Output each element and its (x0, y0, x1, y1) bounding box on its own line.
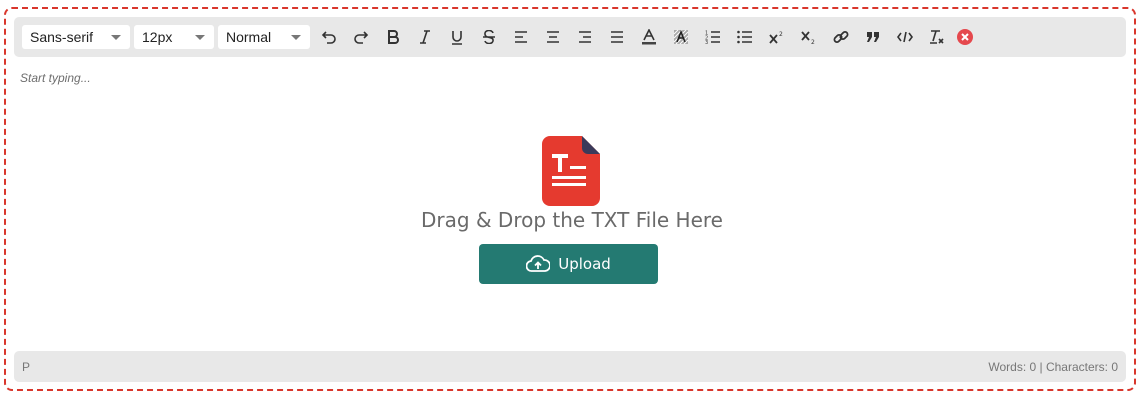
highlight-color-button[interactable] (670, 27, 692, 47)
element-path: P (22, 360, 31, 374)
ordered-list-button[interactable]: 123 (702, 27, 724, 47)
clear-formatting-button[interactable] (926, 27, 948, 47)
undo-icon (321, 31, 336, 44)
bold-button[interactable] (382, 27, 404, 47)
align-center-icon (547, 31, 559, 43)
dropzone-text: Drag & Drop the TXT File Here (421, 208, 723, 232)
justify-button[interactable] (606, 27, 628, 47)
strikethrough-icon (483, 30, 495, 44)
superscript-button[interactable]: 2 (766, 27, 788, 47)
justify-icon (611, 31, 623, 43)
redo-button[interactable] (350, 27, 372, 47)
subscript-icon: 2 (801, 31, 815, 44)
highlight-icon (673, 29, 689, 45)
align-center-button[interactable] (542, 27, 564, 47)
blockquote-button[interactable] (862, 27, 884, 47)
ordered-list-icon: 123 (705, 31, 720, 44)
bullet-list-icon (737, 30, 752, 44)
font-size-select[interactable]: 12px (134, 25, 214, 49)
svg-text:2: 2 (811, 39, 815, 44)
bold-icon (388, 30, 399, 44)
txt-file-icon (542, 136, 604, 206)
code-button[interactable] (894, 27, 916, 47)
underline-icon (452, 30, 462, 45)
code-icon (897, 31, 913, 43)
status-bar: P Words: 0 | Characters: 0 (14, 351, 1126, 382)
format-select[interactable]: Normal (218, 25, 310, 49)
align-right-button[interactable] (574, 27, 596, 47)
align-left-button[interactable] (510, 27, 532, 47)
close-icon (957, 29, 973, 45)
undo-button[interactable] (318, 27, 340, 47)
font-family-select[interactable]: Sans-serif (22, 25, 130, 49)
upload-button[interactable]: Upload (479, 244, 658, 284)
editor-placeholder[interactable]: Start typing... (20, 71, 91, 85)
font-family-value: Sans-serif (30, 29, 94, 45)
upload-label: Upload (558, 255, 611, 273)
bullet-list-button[interactable] (734, 27, 756, 47)
cloud-upload-icon (526, 255, 551, 272)
chevron-down-icon (111, 35, 121, 40)
subscript-button[interactable]: 2 (798, 27, 820, 47)
text-color-icon (642, 29, 656, 45)
strikethrough-button[interactable] (478, 27, 500, 47)
text-color-button[interactable] (638, 27, 660, 47)
word-character-count: Words: 0 | Characters: 0 (988, 360, 1118, 374)
chevron-down-icon (195, 35, 205, 40)
quote-icon (867, 32, 879, 42)
close-button[interactable] (954, 27, 976, 47)
superscript-icon: 2 (769, 31, 783, 44)
svg-text:3: 3 (705, 40, 708, 44)
link-icon (833, 31, 849, 43)
editor-frame: Sans-serif 12px Normal 1 2 3 2 2 Start t… (4, 7, 1136, 391)
redo-icon (354, 31, 369, 44)
format-value: Normal (226, 29, 272, 45)
chevron-down-icon (291, 35, 301, 40)
svg-text:2: 2 (779, 31, 783, 38)
italic-icon (420, 30, 430, 44)
align-left-icon (515, 31, 527, 43)
font-size-value: 12px (142, 29, 173, 45)
italic-button[interactable] (414, 27, 436, 47)
align-right-icon (579, 31, 591, 43)
toolbar: Sans-serif 12px Normal 1 2 3 2 2 (14, 17, 1126, 57)
clear-format-icon (930, 30, 944, 44)
underline-button[interactable] (446, 27, 468, 47)
link-button[interactable] (830, 27, 852, 47)
